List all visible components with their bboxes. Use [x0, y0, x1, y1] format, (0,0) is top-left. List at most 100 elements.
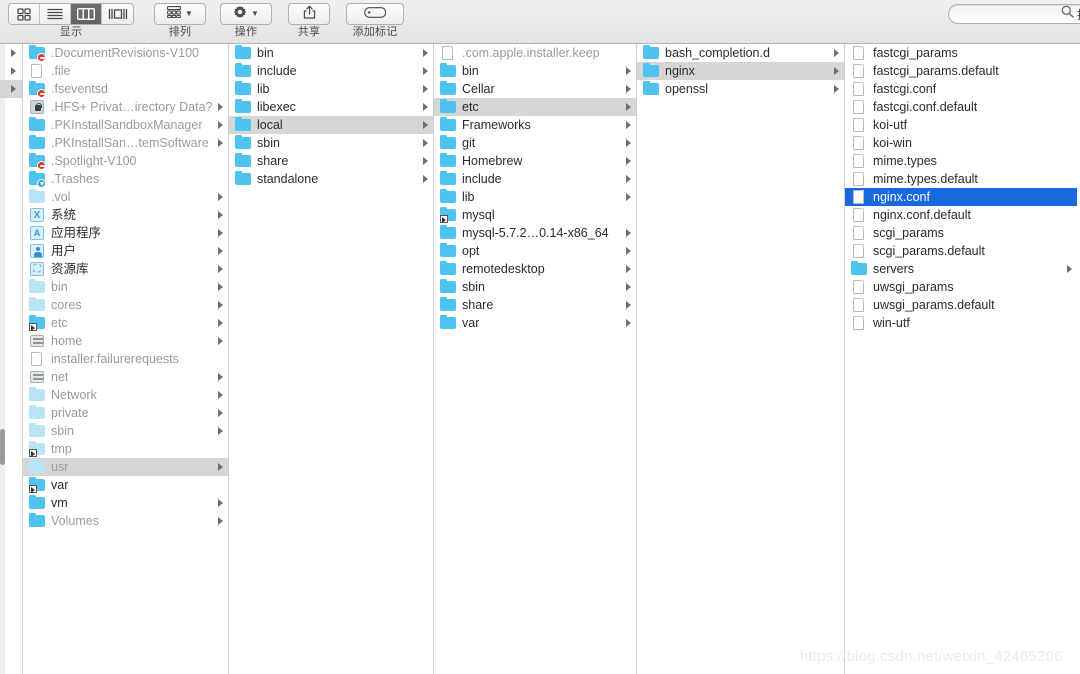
file-row[interactable]: uwsgi_params.default [845, 296, 1077, 314]
file-row[interactable]: local [229, 116, 433, 134]
file-row[interactable]: openssl [637, 80, 844, 98]
file-row[interactable]: uwsgi_params [845, 278, 1077, 296]
file-row[interactable]: installer.failurerequests [23, 350, 228, 368]
disclosure-arrow-icon[interactable] [218, 139, 223, 147]
arrange-button[interactable]: ▼ [154, 3, 206, 25]
disclosure-arrow-icon[interactable] [626, 193, 631, 201]
disclosure-arrow-icon[interactable] [218, 427, 223, 435]
disclosure-arrow-icon[interactable] [218, 193, 223, 201]
file-row[interactable]: Volumes [23, 512, 228, 530]
column-usr[interactable]: bin include lib libexec local sbin share standa… [229, 44, 434, 674]
stub-row[interactable] [0, 98, 22, 116]
disclosure-arrow-icon[interactable] [11, 49, 16, 57]
view-mode-segmented-control[interactable] [8, 3, 134, 25]
disclosure-arrow-icon[interactable] [11, 85, 16, 93]
file-row[interactable]: .fseventsd [23, 80, 228, 98]
disclosure-arrow-icon[interactable] [626, 157, 631, 165]
disclosure-arrow-icon[interactable] [626, 283, 631, 291]
file-row[interactable]: Frameworks [434, 116, 636, 134]
disclosure-arrow-icon[interactable] [218, 283, 223, 291]
file-row[interactable]: A 应用程序 [23, 224, 228, 242]
stub-row[interactable] [0, 80, 22, 98]
disclosure-arrow-icon[interactable] [626, 121, 631, 129]
share-button[interactable] [288, 3, 330, 25]
file-row[interactable]: fastcgi_params.default [845, 62, 1077, 80]
file-row[interactable]: X 系统 [23, 206, 228, 224]
disclosure-arrow-icon[interactable] [834, 85, 839, 93]
file-row[interactable]: private [23, 404, 228, 422]
file-row[interactable]: scgi_params [845, 224, 1077, 242]
disclosure-arrow-icon[interactable] [423, 175, 428, 183]
disclosure-arrow-icon[interactable] [218, 409, 223, 417]
file-row[interactable]: .DocumentRevisions-V100 [23, 44, 228, 62]
file-row[interactable]: tmp [23, 440, 228, 458]
file-row[interactable]: cores [23, 296, 228, 314]
disclosure-arrow-icon[interactable] [834, 49, 839, 57]
file-row[interactable]: sbin [229, 134, 433, 152]
file-row[interactable]: Homebrew [434, 152, 636, 170]
disclosure-arrow-icon[interactable] [218, 229, 223, 237]
file-row[interactable]: .vol [23, 188, 228, 206]
file-row[interactable]: .PKInstallSan…temSoftware [23, 134, 228, 152]
stub-row[interactable] [0, 62, 22, 80]
disclosure-arrow-icon[interactable] [834, 67, 839, 75]
file-row[interactable]: nginx.conf.default [845, 206, 1077, 224]
icon-grid-icon[interactable] [9, 4, 40, 24]
file-row[interactable]: koi-utf [845, 116, 1077, 134]
disclosure-arrow-icon[interactable] [218, 517, 223, 525]
stub-row[interactable] [0, 44, 22, 62]
file-row[interactable]: share [434, 296, 636, 314]
file-row[interactable]: nginx [637, 62, 844, 80]
file-row[interactable]: .com.apple.installer.keep [434, 44, 636, 62]
file-row[interactable]: fastcgi.conf.default [845, 98, 1077, 116]
disclosure-arrow-icon[interactable] [218, 103, 223, 111]
file-row[interactable]: bin [434, 62, 636, 80]
vertical-scrollbar[interactable] [0, 44, 5, 674]
file-row[interactable]: Cellar [434, 80, 636, 98]
disclosure-arrow-icon[interactable] [1067, 265, 1072, 273]
disclosure-arrow-icon[interactable] [423, 67, 428, 75]
file-row[interactable]: standalone [229, 170, 433, 188]
search-field[interactable]: 搜索 [948, 4, 1080, 24]
disclosure-arrow-icon[interactable] [423, 103, 428, 111]
file-row[interactable]: servers [845, 260, 1077, 278]
disclosure-arrow-icon[interactable] [626, 85, 631, 93]
file-row[interactable]: lib [434, 188, 636, 206]
file-row[interactable]: etc [23, 314, 228, 332]
column-nginx[interactable]: fastcgi_params fastcgi_params.default fast… [845, 44, 1077, 674]
disclosure-arrow-icon[interactable] [218, 319, 223, 327]
list-lines-icon[interactable] [40, 4, 71, 24]
file-row[interactable]: nginx.conf [845, 188, 1077, 206]
file-row[interactable]: libexec [229, 98, 433, 116]
file-row[interactable]: mime.types [845, 152, 1077, 170]
column-stub[interactable] [0, 44, 23, 674]
file-row[interactable]: ⛶ 资源库 [23, 260, 228, 278]
action-button[interactable]: ▼ [220, 3, 272, 25]
file-row[interactable]: fastcgi_params [845, 44, 1077, 62]
column-etc[interactable]: bash_completion.d nginx openssl [637, 44, 845, 674]
disclosure-arrow-icon[interactable] [218, 337, 223, 345]
file-row[interactable]: mysql [434, 206, 636, 224]
file-row[interactable]: sbin [434, 278, 636, 296]
file-row[interactable]: sbin [23, 422, 228, 440]
column-local[interactable]: .com.apple.installer.keep bin Cellar etc Fra… [434, 44, 637, 674]
file-row[interactable]: var [23, 476, 228, 494]
file-row[interactable]: git [434, 134, 636, 152]
disclosure-arrow-icon[interactable] [218, 211, 223, 219]
file-row[interactable]: home [23, 332, 228, 350]
disclosure-arrow-icon[interactable] [11, 67, 16, 75]
file-row[interactable]: bin [229, 44, 433, 62]
disclosure-arrow-icon[interactable] [626, 139, 631, 147]
file-row[interactable]: .file [23, 62, 228, 80]
scrollbar-thumb[interactable] [0, 429, 5, 465]
file-row[interactable]: usr [23, 458, 228, 476]
file-row[interactable]: vm [23, 494, 228, 512]
disclosure-arrow-icon[interactable] [218, 247, 223, 255]
disclosure-arrow-icon[interactable] [423, 121, 428, 129]
file-row[interactable]: etc [434, 98, 636, 116]
file-row[interactable]: include [434, 170, 636, 188]
column-root[interactable]: .DocumentRevisions-V100 .file .fseventsd .H… [23, 44, 229, 674]
file-row[interactable]: net [23, 368, 228, 386]
file-row[interactable]: fastcgi.conf [845, 80, 1077, 98]
file-row[interactable]: remotedesktop [434, 260, 636, 278]
